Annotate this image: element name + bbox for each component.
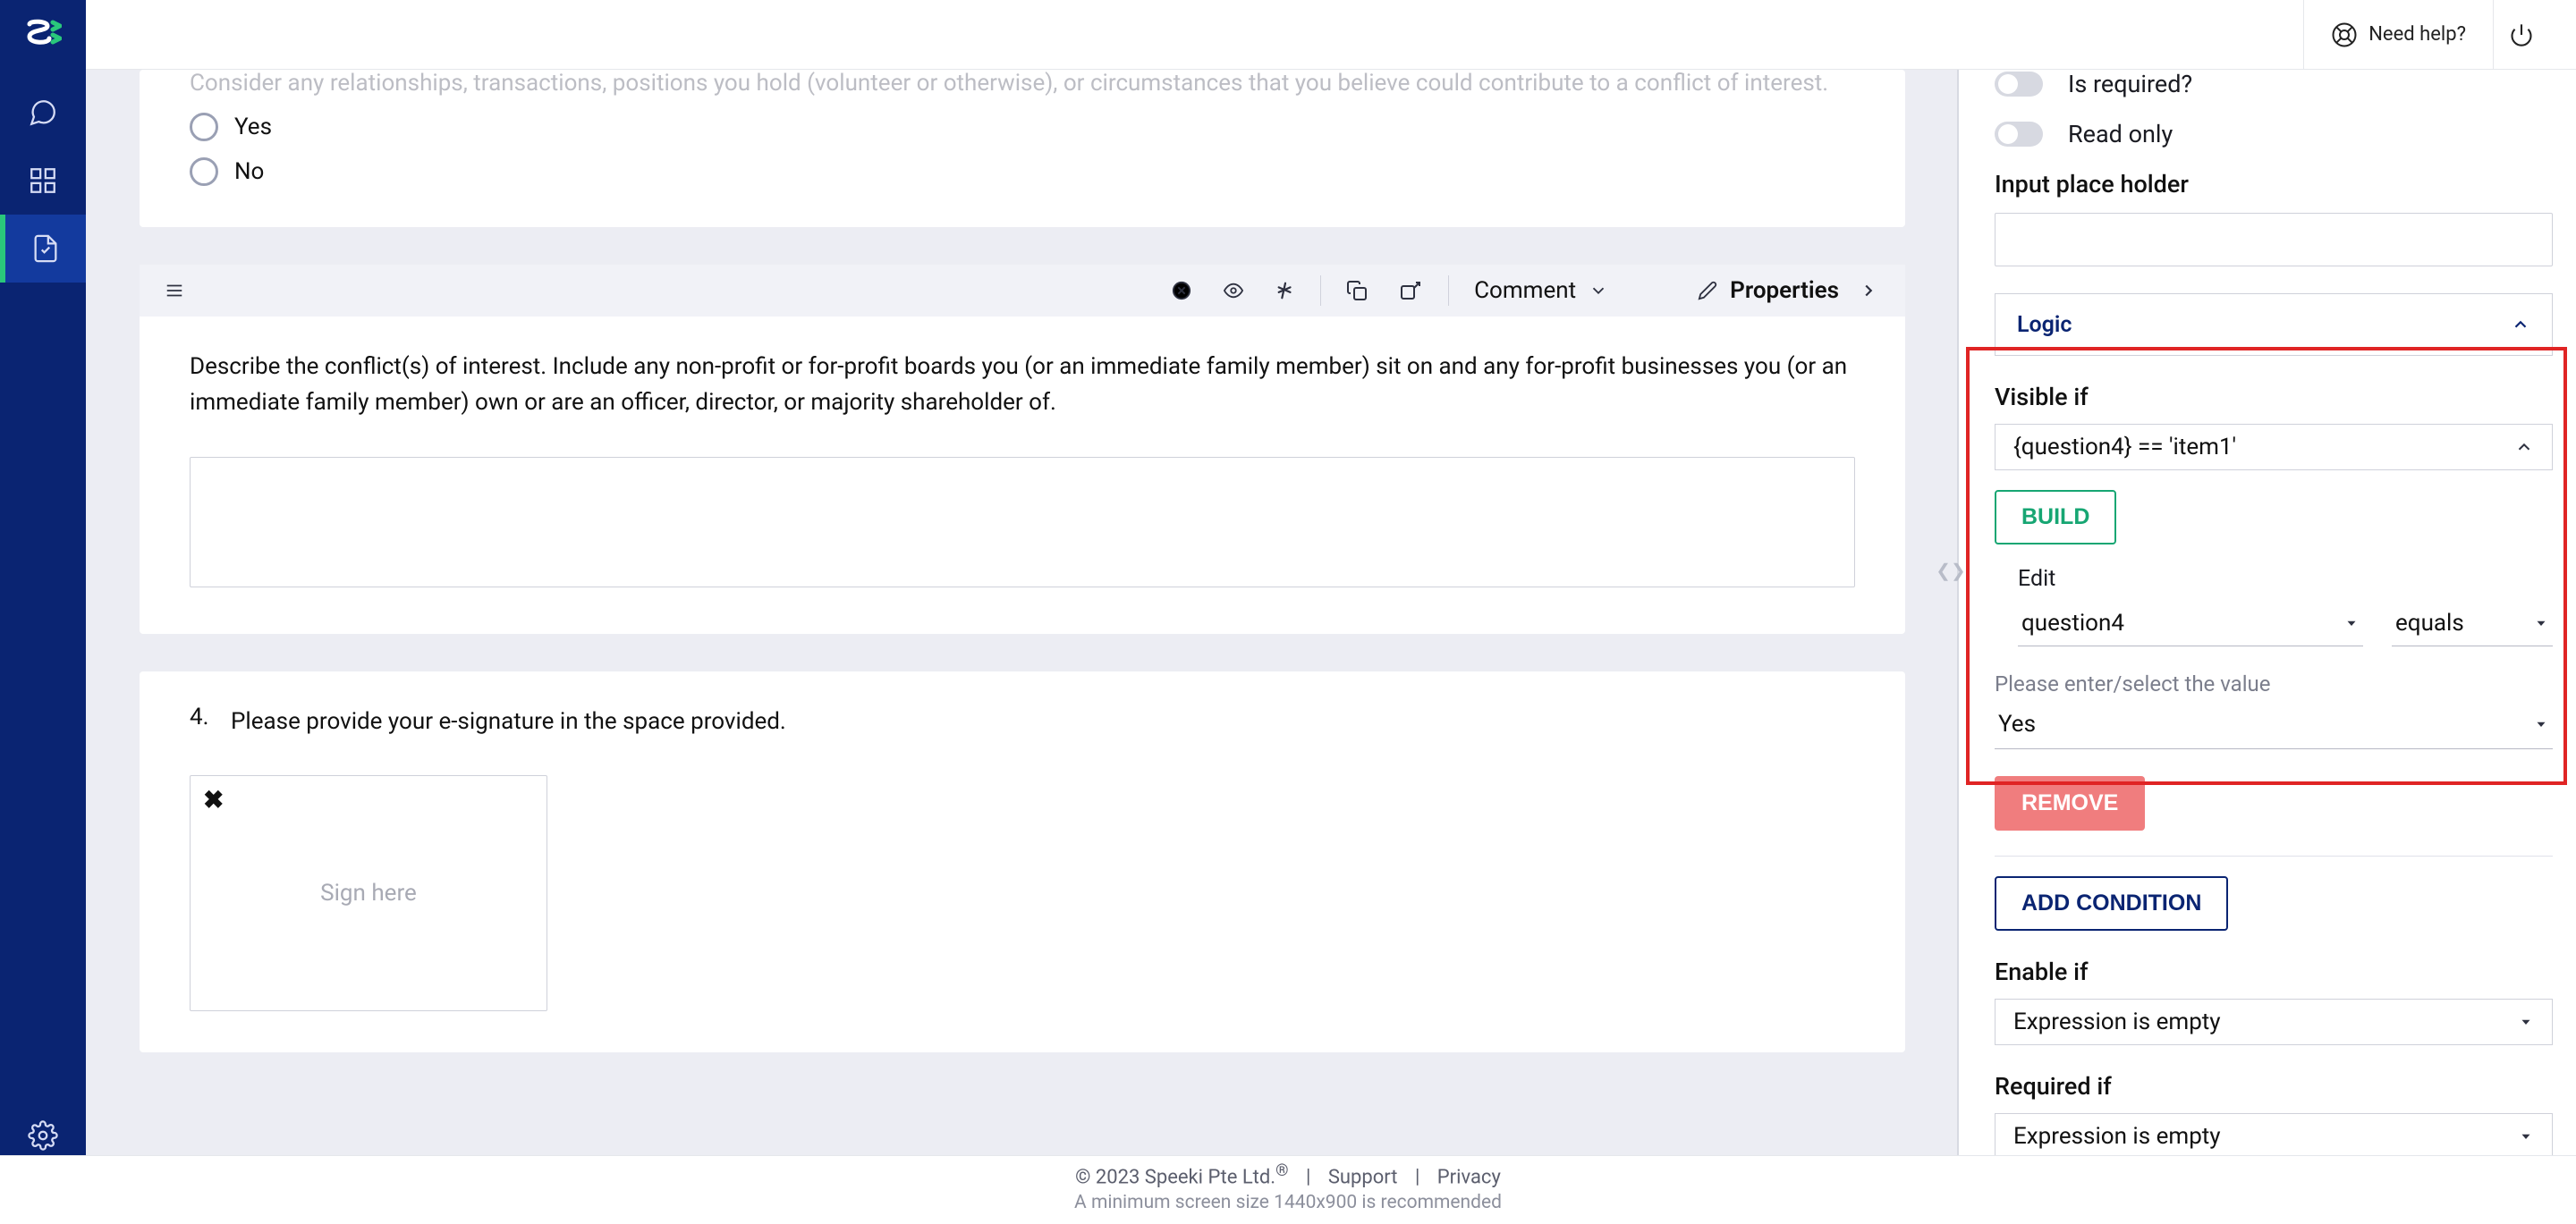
caret-down-icon [2533, 716, 2549, 732]
nav-form[interactable] [0, 215, 86, 283]
caret-down-icon [2518, 1128, 2534, 1144]
help-button[interactable]: Need help? [2303, 0, 2494, 69]
condition-question-value: question4 [2021, 610, 2124, 637]
nav-settings[interactable] [0, 1120, 86, 1151]
topbar: Need help? [86, 0, 2576, 70]
label-read-only: Read only [2068, 120, 2173, 148]
condition-operator-select[interactable]: equals [2392, 603, 2553, 646]
chevron-right-icon [1859, 281, 1878, 300]
radio-yes-label: Yes [234, 114, 272, 140]
condition-value: Yes [1998, 711, 2036, 738]
question-card-describe[interactable]: Comment Properties Describe the conflict… [140, 265, 1905, 634]
label-is-required: Is required? [2068, 70, 2192, 98]
chevron-up-icon [2514, 437, 2534, 457]
visible-if-value: {question4} == 'item1' [2013, 434, 2236, 460]
add-to-toolbox-icon[interactable] [1398, 280, 1423, 301]
visibility-icon[interactable] [1222, 281, 1245, 300]
radio-yes[interactable] [190, 113, 218, 141]
copy-icon[interactable] [1346, 280, 1368, 301]
chevron-down-icon [1589, 281, 1608, 300]
logic-label: Logic [2017, 312, 2072, 338]
remove-button[interactable]: REMOVE [1995, 776, 2145, 831]
radio-no-label: No [234, 158, 264, 185]
signature-placeholder: Sign here [320, 880, 417, 907]
input-placeholder-field[interactable] [1995, 213, 2553, 266]
question-card-coi-yesno: Consider any relationships, transactions… [140, 70, 1905, 227]
logo [21, 13, 64, 55]
lifebuoy-icon [2331, 21, 2358, 48]
label-edit: Edit [1995, 566, 2553, 592]
caret-down-icon [2343, 615, 2360, 631]
section-header-logic[interactable]: Logic [1995, 293, 2553, 356]
question-card-signature[interactable]: 4. Please provide your e-signature in th… [140, 671, 1905, 1052]
required-if-value: Expression is empty [2013, 1123, 2221, 1150]
footer-copyright: © 2023 Speeki Pte Ltd. [1075, 1166, 1275, 1188]
edit-icon [1698, 281, 1717, 300]
survey-canvas: Consider any relationships, transactions… [86, 70, 1957, 1224]
enable-if-expression[interactable]: Expression is empty [1995, 999, 2553, 1045]
condition-question-select[interactable]: question4 [2018, 603, 2363, 646]
build-button[interactable]: BUILD [1995, 490, 2116, 544]
toggle-read-only[interactable] [1995, 122, 2043, 147]
collapse-panel-button[interactable]: ❮❯ [1943, 553, 1959, 588]
label-visible-if: Visible if [1995, 383, 2553, 411]
footer: © 2023 Speeki Pte Ltd.® | Support | Priv… [0, 1155, 2576, 1224]
value-hint: Please enter/select the value [1995, 671, 2553, 696]
condition-operator-value: equals [2395, 610, 2464, 637]
signature-pad[interactable]: ✖ Sign here [190, 775, 547, 1011]
logout-button[interactable] [2494, 0, 2549, 69]
label-enable-if: Enable if [1995, 958, 2553, 986]
question-toolbar: Comment Properties [140, 265, 1905, 317]
required-if-expression[interactable]: Expression is empty [1995, 1113, 2553, 1160]
delete-icon[interactable] [1172, 281, 1191, 300]
radio-no[interactable] [190, 157, 218, 186]
condition-value-select[interactable]: Yes [1995, 702, 2553, 749]
comment-textarea[interactable] [190, 457, 1855, 587]
question-title[interactable]: Describe the conflict(s) of interest. In… [190, 349, 1855, 421]
nav-chat[interactable] [0, 79, 86, 147]
nav-survey[interactable] [0, 147, 86, 215]
power-icon [2509, 22, 2534, 47]
visible-if-expression[interactable]: {question4} == 'item1' [1995, 424, 2553, 470]
sidebar-rail [0, 0, 86, 1224]
help-label: Need help? [2368, 23, 2466, 46]
properties-label: Properties [1730, 277, 1839, 304]
caret-down-icon [2533, 615, 2549, 631]
footer-support-link[interactable]: Support [1328, 1166, 1398, 1188]
properties-button[interactable]: Properties [1698, 277, 1878, 304]
label-required-if: Required if [1995, 1072, 2553, 1101]
chevron-up-icon [2511, 315, 2530, 334]
question-type-dropdown[interactable]: Comment [1474, 277, 1608, 304]
question-title-signature: Please provide your e-signature in the s… [231, 704, 786, 739]
question-helper-text: Consider any relationships, transactions… [190, 70, 1855, 97]
question-number: 4. [190, 704, 215, 730]
question-type-label: Comment [1474, 277, 1576, 304]
caret-down-icon [2518, 1014, 2534, 1030]
required-icon[interactable] [1275, 278, 1295, 303]
drag-handle-icon[interactable] [163, 281, 186, 300]
enable-if-value: Expression is empty [2013, 1009, 2221, 1035]
toggle-is-required[interactable] [1995, 72, 2043, 97]
clear-signature-icon[interactable]: ✖ [203, 785, 224, 815]
label-input-placeholder: Input place holder [1995, 170, 2553, 198]
footer-privacy-link[interactable]: Privacy [1437, 1166, 1501, 1188]
footer-recommendation: A minimum screen size 1440x900 is recomm… [0, 1192, 2576, 1213]
add-condition-button[interactable]: ADD CONDITION [1995, 876, 2228, 931]
properties-panel: ❮❯ Is required? Read only Input place ho… [1957, 70, 2576, 1224]
